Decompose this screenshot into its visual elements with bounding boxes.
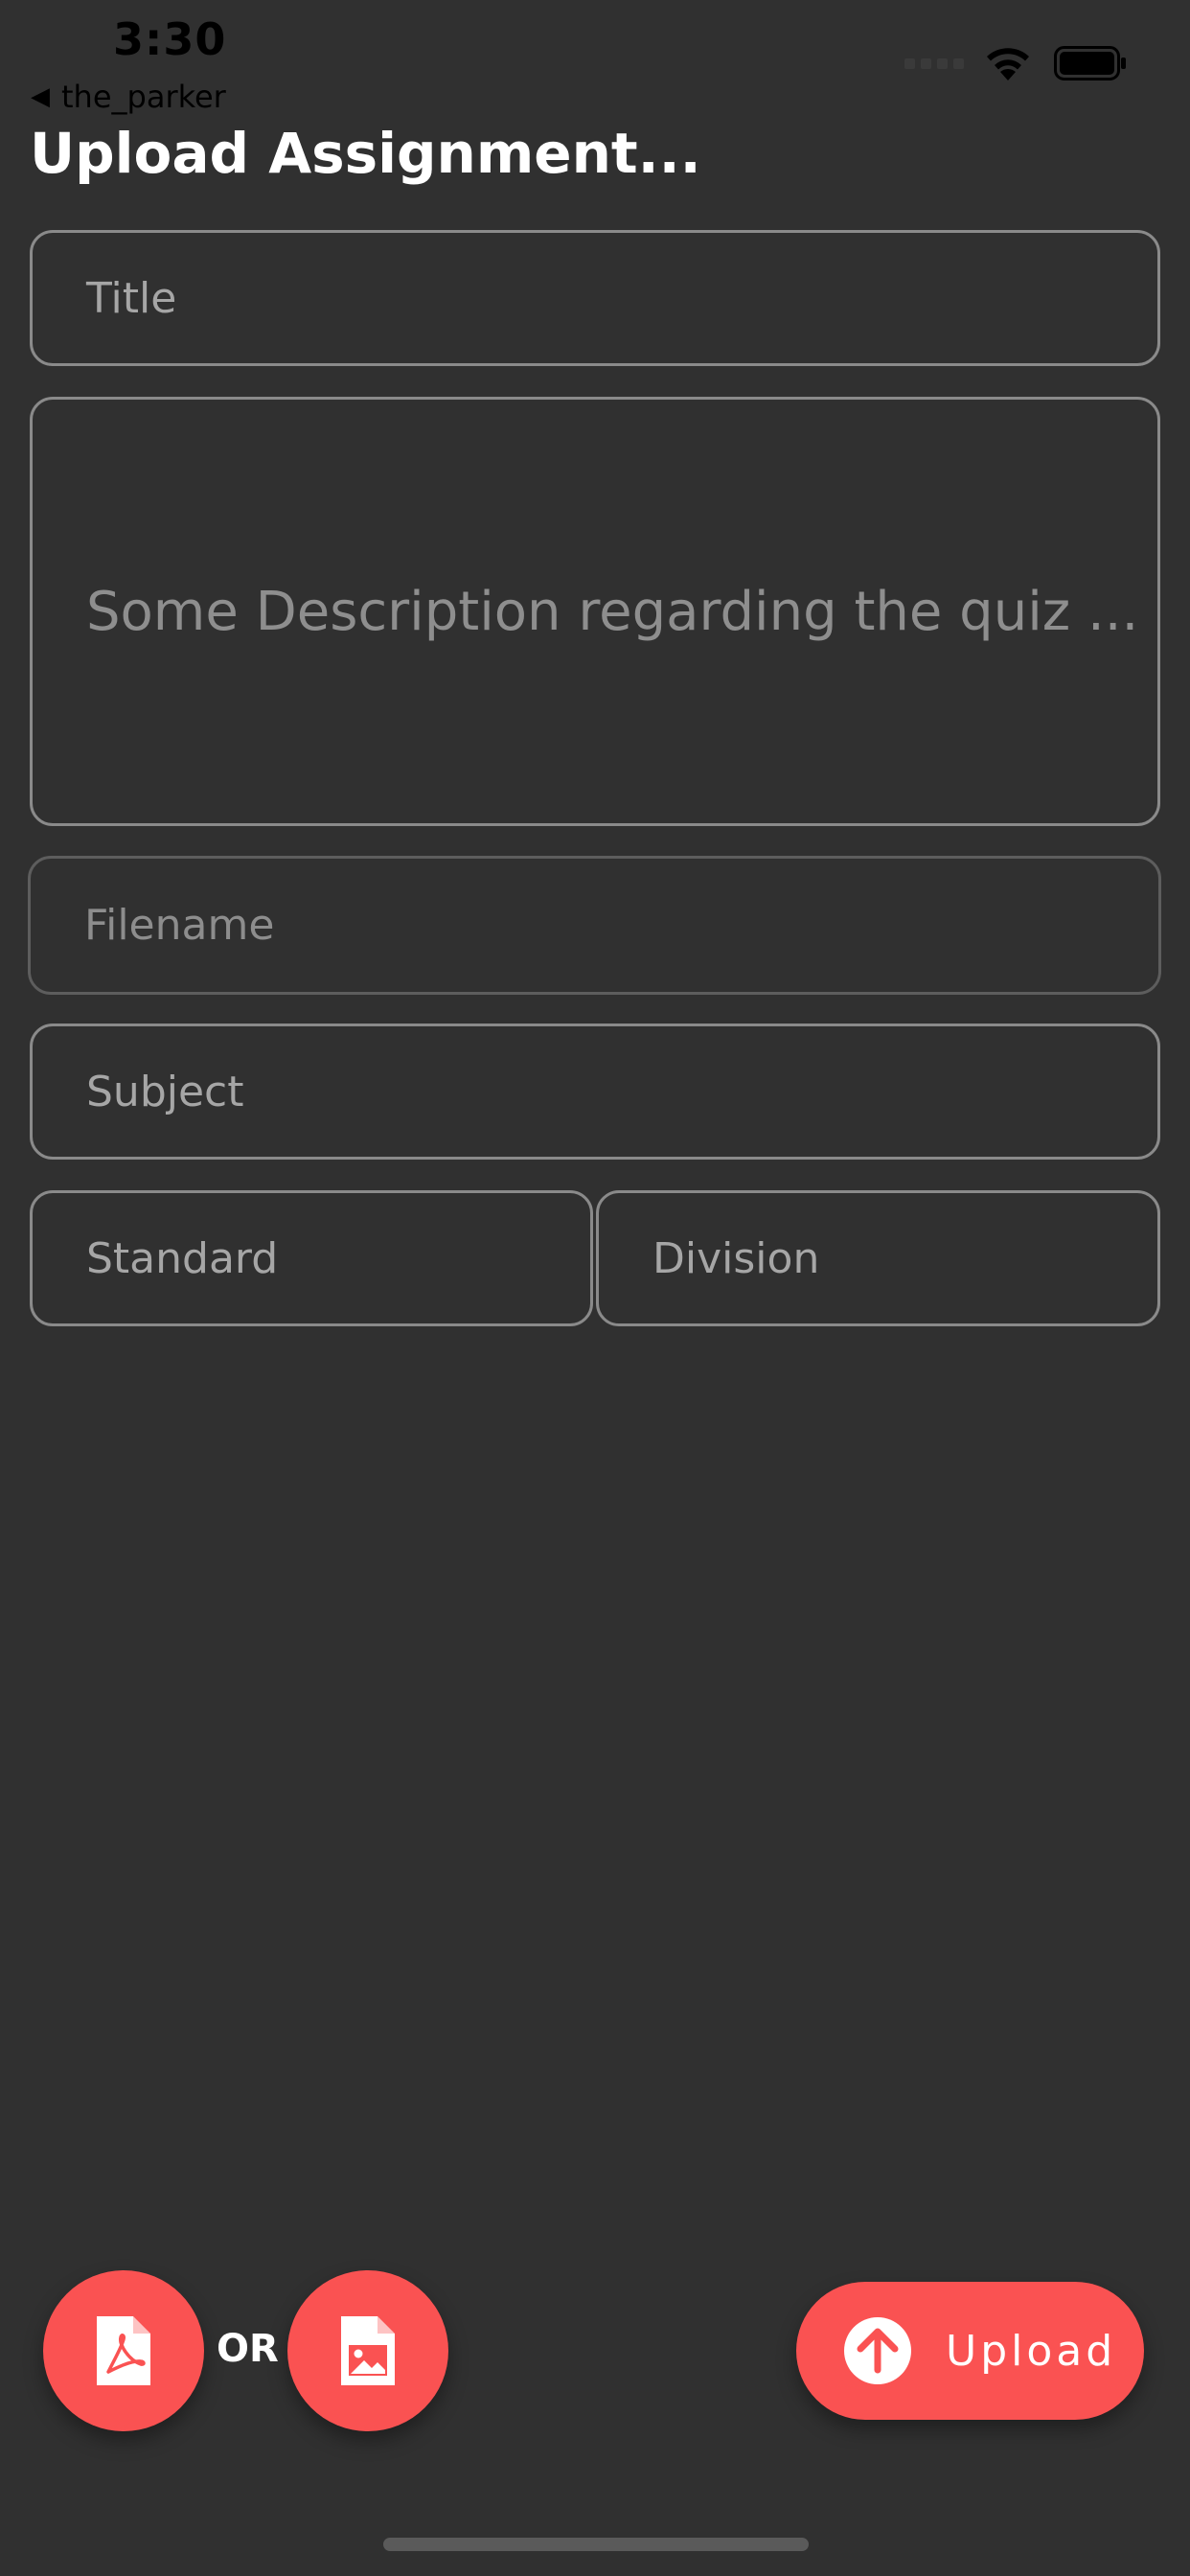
upload-button-label: Upload [946, 2326, 1117, 2376]
wifi-icon [987, 48, 1029, 80]
home-indicator[interactable] [383, 2538, 809, 2551]
division-input[interactable]: Division [596, 1190, 1160, 1326]
pick-pdf-button[interactable] [43, 2270, 204, 2431]
subject-placeholder: Subject [86, 1067, 244, 1116]
title-placeholder: Title [86, 273, 177, 323]
filename-input[interactable]: Filename [28, 856, 1161, 995]
upload-button[interactable]: Upload [796, 2282, 1144, 2420]
battery-icon [1054, 46, 1126, 80]
subject-input[interactable]: Subject [30, 1024, 1160, 1160]
or-label: OR [217, 2327, 279, 2371]
back-link-label: the_parker [61, 79, 226, 115]
back-triangle-icon: ◀ [31, 82, 50, 111]
status-icons [904, 44, 1127, 82]
image-file-icon [341, 2316, 395, 2385]
division-placeholder: Division [652, 1233, 820, 1283]
pick-image-button[interactable] [287, 2270, 448, 2431]
upload-assignment-screen: 3:30 ◀ the_parker Upload Assignment... T… [0, 0, 1190, 2576]
status-time: 3:30 [113, 13, 227, 65]
page-title: Upload Assignment... [30, 121, 701, 186]
standard-input[interactable]: Standard [30, 1190, 593, 1326]
filename-placeholder: Filename [84, 901, 275, 950]
standard-placeholder: Standard [86, 1233, 279, 1283]
description-placeholder: Some Description regarding the quiz ... [86, 580, 1139, 643]
cellular-signal-icon [904, 58, 964, 69]
title-input[interactable]: Title [30, 230, 1160, 366]
pdf-file-icon [97, 2316, 150, 2385]
arrow-up-circle-icon [844, 2317, 911, 2384]
description-textarea[interactable]: Some Description regarding the quiz ... [30, 397, 1160, 826]
back-to-app-link[interactable]: ◀ the_parker [31, 79, 226, 115]
